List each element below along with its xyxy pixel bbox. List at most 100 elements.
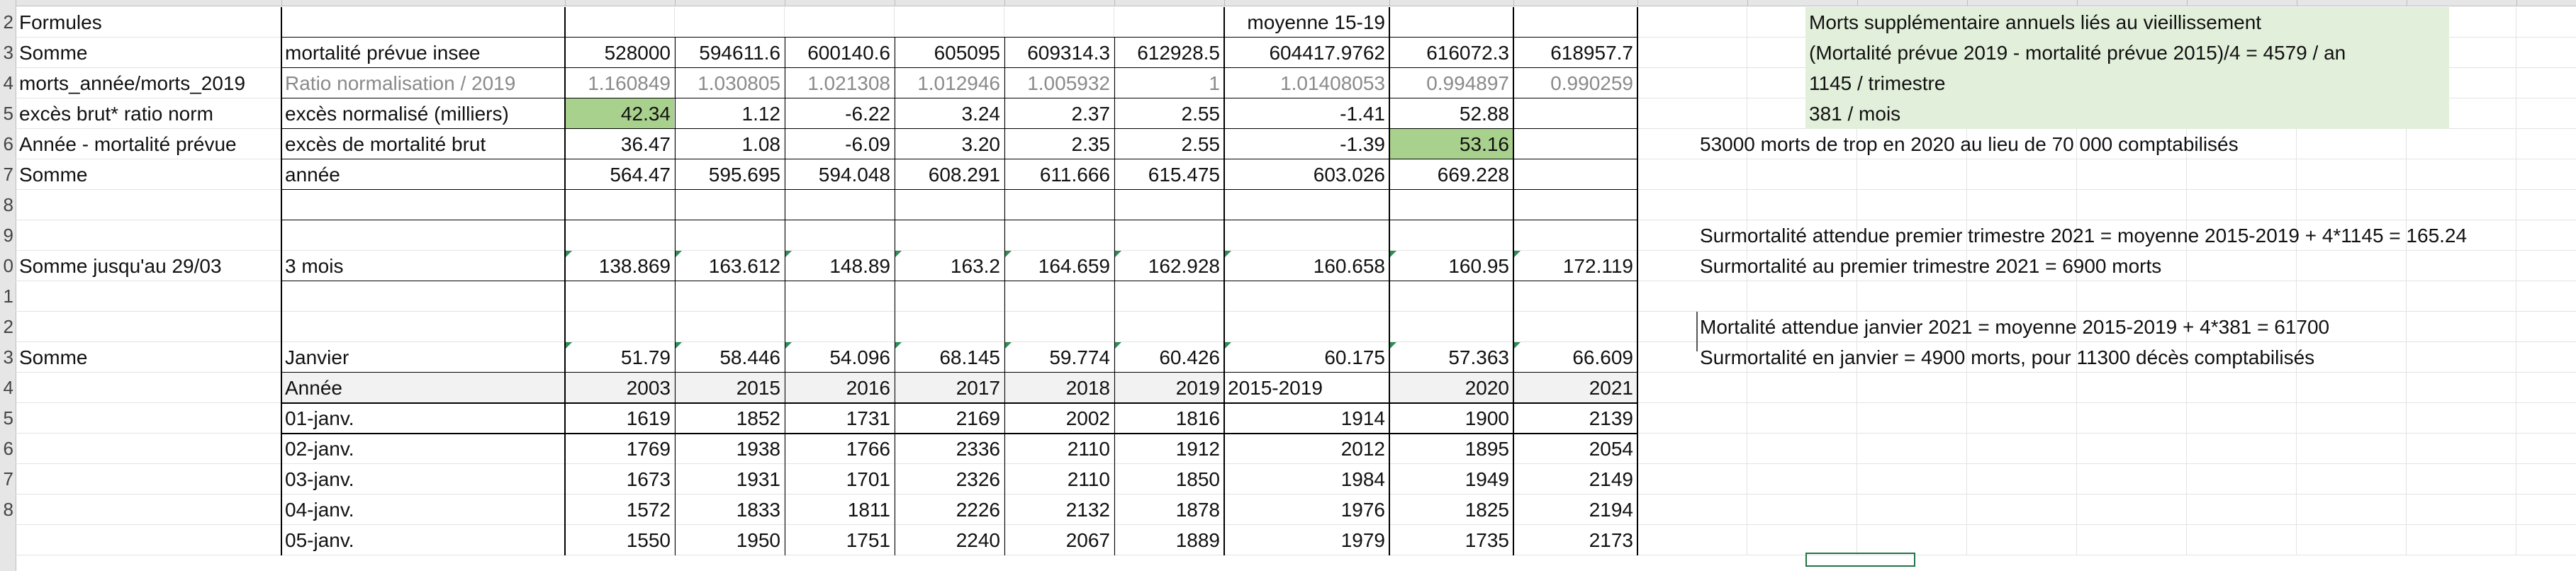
cell[interactable]: [895, 7, 1004, 38]
row-number[interactable]: 7: [0, 159, 16, 190]
cell[interactable]: [2407, 525, 2516, 555]
column-header-separator[interactable]: [1513, 0, 1514, 6]
cell[interactable]: [1637, 38, 1747, 68]
cell[interactable]: [675, 220, 785, 251]
cell[interactable]: 54.096: [785, 342, 895, 373]
cell[interactable]: [1857, 464, 1967, 494]
cell[interactable]: [2077, 494, 2187, 525]
cell[interactable]: [1967, 494, 2077, 525]
cell[interactable]: [1637, 281, 1747, 312]
cell[interactable]: [1513, 129, 1637, 159]
cell[interactable]: 2149: [1513, 464, 1637, 494]
cell[interactable]: [2516, 494, 2576, 525]
cell[interactable]: 0.990259: [1513, 68, 1637, 98]
cell[interactable]: 594611.6: [675, 38, 785, 68]
spreadsheet-grid[interactable]: 2 Formules moyenne 15-19 3 Somme mortalité pr…: [0, 0, 2576, 571]
cell[interactable]: [2187, 525, 2297, 555]
column-header-separator[interactable]: [1637, 0, 1638, 6]
cell[interactable]: 1949: [1389, 464, 1513, 494]
cell[interactable]: 2139: [1513, 403, 1637, 434]
cell[interactable]: Somme: [16, 159, 281, 190]
note-text[interactable]: Surmortalité au premier trimestre 2021 =…: [1696, 251, 2547, 281]
cell[interactable]: 2015: [675, 373, 785, 403]
cell[interactable]: 2.55: [1114, 98, 1224, 129]
cell[interactable]: 1976: [1224, 494, 1389, 525]
row-number[interactable]: 2: [0, 312, 16, 342]
cell[interactable]: Année: [281, 373, 565, 403]
cell[interactable]: 52.88: [1389, 98, 1513, 129]
cell[interactable]: [895, 312, 1004, 342]
cell[interactable]: 60.175: [1224, 342, 1389, 373]
cell[interactable]: 3.24: [895, 98, 1004, 129]
cell[interactable]: [2187, 403, 2297, 434]
error-indicator-icon[interactable]: [785, 251, 792, 257]
cell[interactable]: [565, 190, 675, 220]
column-header-separator[interactable]: [1747, 0, 1748, 6]
cell[interactable]: [785, 281, 895, 312]
cell[interactable]: 1.005932: [1004, 68, 1114, 98]
cell[interactable]: [675, 7, 785, 38]
cell[interactable]: [1513, 7, 1637, 38]
note-text[interactable]: 53000 morts de trop en 2020 au lieu de 7…: [1696, 129, 2547, 159]
cell[interactable]: 1895: [1389, 434, 1513, 464]
cell[interactable]: 528000: [565, 38, 675, 68]
cell[interactable]: Somme: [16, 342, 281, 373]
cell[interactable]: 2003: [565, 373, 675, 403]
cell[interactable]: 1.021308: [785, 68, 895, 98]
cell[interactable]: [1637, 68, 1747, 98]
cell[interactable]: [281, 7, 565, 38]
cell[interactable]: [1004, 220, 1114, 251]
error-indicator-icon[interactable]: [566, 342, 572, 349]
cell[interactable]: [2077, 281, 2187, 312]
cell[interactable]: [2516, 159, 2576, 190]
cell[interactable]: 1701: [785, 464, 895, 494]
cell[interactable]: [1967, 190, 2077, 220]
cell[interactable]: [2187, 373, 2297, 403]
error-indicator-icon[interactable]: [895, 342, 902, 349]
cell[interactable]: [1637, 403, 1747, 434]
cell[interactable]: [281, 281, 565, 312]
cell[interactable]: 2173: [1513, 525, 1637, 555]
cell[interactable]: [1967, 434, 2077, 464]
cell[interactable]: [1747, 464, 1857, 494]
cell[interactable]: [2077, 434, 2187, 464]
cell[interactable]: [1513, 281, 1637, 312]
cell[interactable]: [1637, 525, 1747, 555]
cell[interactable]: 164.659: [1004, 251, 1114, 281]
cell[interactable]: [1857, 190, 1967, 220]
cell[interactable]: 609314.3: [1004, 38, 1114, 68]
cell[interactable]: 1.160849: [565, 68, 675, 98]
cell[interactable]: [16, 373, 281, 403]
cell[interactable]: [1637, 7, 1747, 38]
cell[interactable]: 2016: [785, 373, 895, 403]
cell[interactable]: 163.612: [675, 251, 785, 281]
cell[interactable]: [565, 220, 675, 251]
column-header-separator[interactable]: [1389, 0, 1390, 6]
cell[interactable]: [895, 281, 1004, 312]
cell[interactable]: [1224, 281, 1389, 312]
cell[interactable]: 1889: [1114, 525, 1224, 555]
cell[interactable]: [1857, 281, 1967, 312]
row-number[interactable]: 6: [0, 434, 16, 464]
cell[interactable]: [565, 281, 675, 312]
cell[interactable]: [2187, 281, 2297, 312]
cell[interactable]: 595.695: [675, 159, 785, 190]
cell[interactable]: 01-janv.: [281, 403, 565, 434]
cell[interactable]: [1637, 494, 1747, 525]
cell[interactable]: [16, 525, 281, 555]
cell[interactable]: 1816: [1114, 403, 1224, 434]
cell[interactable]: [2407, 403, 2516, 434]
cell[interactable]: 162.928: [1114, 251, 1224, 281]
cell[interactable]: 05-janv.: [281, 525, 565, 555]
cell[interactable]: [16, 464, 281, 494]
cell[interactable]: [2407, 464, 2516, 494]
cell[interactable]: 1550: [565, 525, 675, 555]
cell[interactable]: 1751: [785, 525, 895, 555]
cell[interactable]: mortalité prévue insee: [281, 38, 565, 68]
cell[interactable]: excès normalisé (milliers): [281, 98, 565, 129]
row-number[interactable]: 8: [0, 190, 16, 220]
cell[interactable]: 1914: [1224, 403, 1389, 434]
cell[interactable]: [2516, 38, 2576, 68]
cell[interactable]: 1852: [675, 403, 785, 434]
cell[interactable]: 1900: [1389, 403, 1513, 434]
